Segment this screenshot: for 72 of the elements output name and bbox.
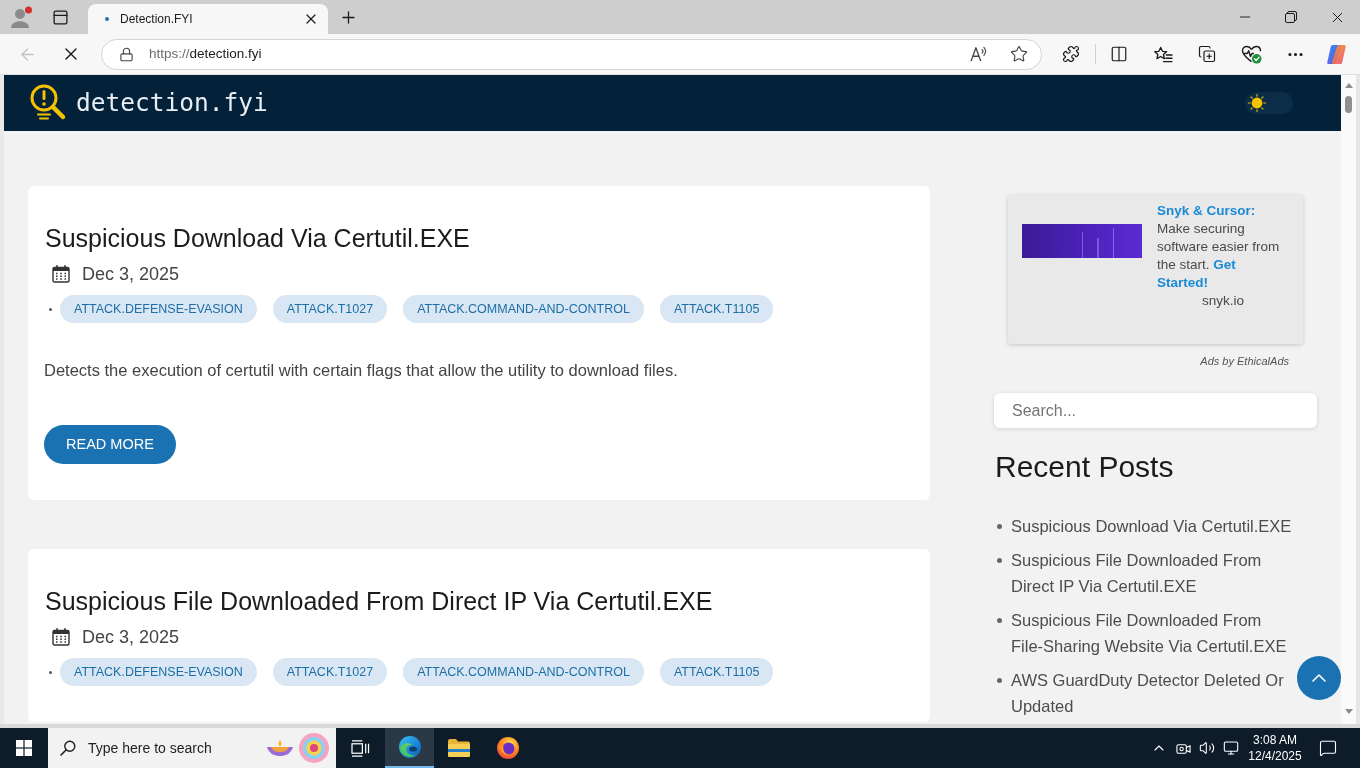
recent-posts-heading: Recent Posts xyxy=(995,449,1175,485)
flower-pattern-icon xyxy=(298,732,330,764)
taskbar-clock[interactable]: 3:08 AM 12/4/2025 xyxy=(1247,728,1303,768)
post-date: Dec 3, 2025 xyxy=(82,262,180,286)
copilot-icon[interactable] xyxy=(1324,42,1348,66)
taskbar-app-button[interactable] xyxy=(385,728,434,768)
read-aloud-icon[interactable] xyxy=(970,46,988,62)
browser-swirl-icon xyxy=(397,735,422,759)
recent-post-link[interactable]: Suspicious File Downloaded From File-Sharing Website Via Certutil.EXE xyxy=(1011,607,1295,659)
heart-pulse-check-icon[interactable] xyxy=(1240,44,1262,64)
back-to-top-button[interactable] xyxy=(1297,656,1341,700)
tab-actions-icon[interactable] xyxy=(51,8,69,26)
ad-credit[interactable]: Ads by EthicalAds xyxy=(1200,354,1289,368)
search-field[interactable]: Search... xyxy=(994,393,1317,428)
taskbar-search-input[interactable]: Type here to search xyxy=(88,737,248,759)
lamp-icon xyxy=(266,739,294,757)
recent-post-link[interactable]: AWS GuardDuty Detector Deleted Or Updated xyxy=(1011,667,1295,719)
task-view-icon xyxy=(351,739,370,757)
bullet-icon xyxy=(997,678,1002,683)
bullet-icon xyxy=(997,558,1002,563)
scrollbar[interactable] xyxy=(1341,75,1356,724)
ad-domain: snyk.io xyxy=(1201,292,1245,310)
windows-logo-icon xyxy=(16,740,32,756)
address-bar[interactable]: https://detection.fyi xyxy=(101,38,1042,70)
bullet-icon xyxy=(997,618,1002,623)
tag-pill[interactable]: ATTACK.T1105 xyxy=(659,658,774,686)
scrollbar-thumb[interactable] xyxy=(1345,96,1352,113)
post-description: Detects the execution of certutil with certain flags that allow the utility to download files. xyxy=(44,360,679,381)
post-title[interactable]: Suspicious File Downloaded From Direct IP Via Certutil.EXE xyxy=(44,585,914,617)
site-logo-text[interactable]: detection.fyi xyxy=(76,84,268,122)
tag-pill[interactable]: ATTACK.T1027 xyxy=(272,295,388,323)
volume-icon[interactable] xyxy=(1199,740,1215,756)
browser-tab[interactable]: Detection.FYI xyxy=(88,4,328,34)
collections-icon[interactable] xyxy=(1198,45,1216,63)
tag-pill[interactable]: ATTACK.T1105 xyxy=(659,295,774,323)
logo-magnifier-icon[interactable] xyxy=(28,83,68,123)
sun-icon xyxy=(1248,94,1266,112)
fox-globe-icon xyxy=(495,736,520,760)
url-text[interactable]: https://detection.fyi xyxy=(149,43,262,65)
tag-pill[interactable]: ATTACK.DEFENSE-EVASION xyxy=(60,295,257,323)
post-title[interactable]: Suspicious Download Via Certutil.EXE xyxy=(44,222,914,254)
favicon-icon xyxy=(105,17,109,21)
scroll-down-arrow-icon[interactable] xyxy=(1344,709,1353,714)
tag-pill[interactable]: ATTACK.DEFENSE-EVASION xyxy=(60,658,257,686)
read-more-button[interactable]: READ MORE xyxy=(44,425,176,464)
recent-post-link[interactable]: Suspicious File Downloaded From Direct IP Via Certutil.EXE xyxy=(1011,547,1295,599)
theme-toggle[interactable] xyxy=(1245,92,1293,114)
calendar-icon xyxy=(52,628,70,646)
lock-icon[interactable] xyxy=(119,46,134,62)
profile-avatar-icon[interactable] xyxy=(11,6,33,28)
ad-text[interactable]: Snyk & Cursor: Make securing software easier from the start. Get Started! xyxy=(1157,202,1289,292)
post-date: Dec 3, 2025 xyxy=(82,625,180,649)
extensions-icon[interactable] xyxy=(1062,45,1080,63)
tag-pill[interactable]: ATTACK.T1027 xyxy=(272,658,388,686)
scroll-up-arrow-icon[interactable] xyxy=(1344,83,1353,88)
tag-pill[interactable]: ATTACK.COMMAND-AND-CONTROL xyxy=(403,295,644,323)
restore-icon[interactable] xyxy=(1285,11,1297,23)
tag-pill[interactable]: ATTACK.COMMAND-AND-CONTROL xyxy=(403,658,644,686)
calendar-icon xyxy=(52,265,70,283)
bullet-icon xyxy=(49,307,52,311)
taskbar-search-box[interactable]: Type here to search xyxy=(48,728,336,768)
ad-card[interactable]: Snyk & Cursor: Make securing software easier from the start. Get Started! snyk.io xyxy=(1008,195,1303,344)
recent-post-link[interactable]: Suspicious Download Via Certutil.EXE xyxy=(1011,513,1295,539)
folder-icon xyxy=(446,738,471,758)
bullet-icon xyxy=(49,670,52,674)
network-icon[interactable] xyxy=(1223,740,1239,756)
favorites-list-icon[interactable] xyxy=(1153,45,1173,63)
notification-icon[interactable] xyxy=(1319,739,1337,757)
search-icon xyxy=(60,740,76,756)
favorite-star-icon[interactable] xyxy=(1010,45,1028,63)
split-screen-icon[interactable] xyxy=(1110,45,1128,63)
bullet-icon xyxy=(997,524,1002,529)
